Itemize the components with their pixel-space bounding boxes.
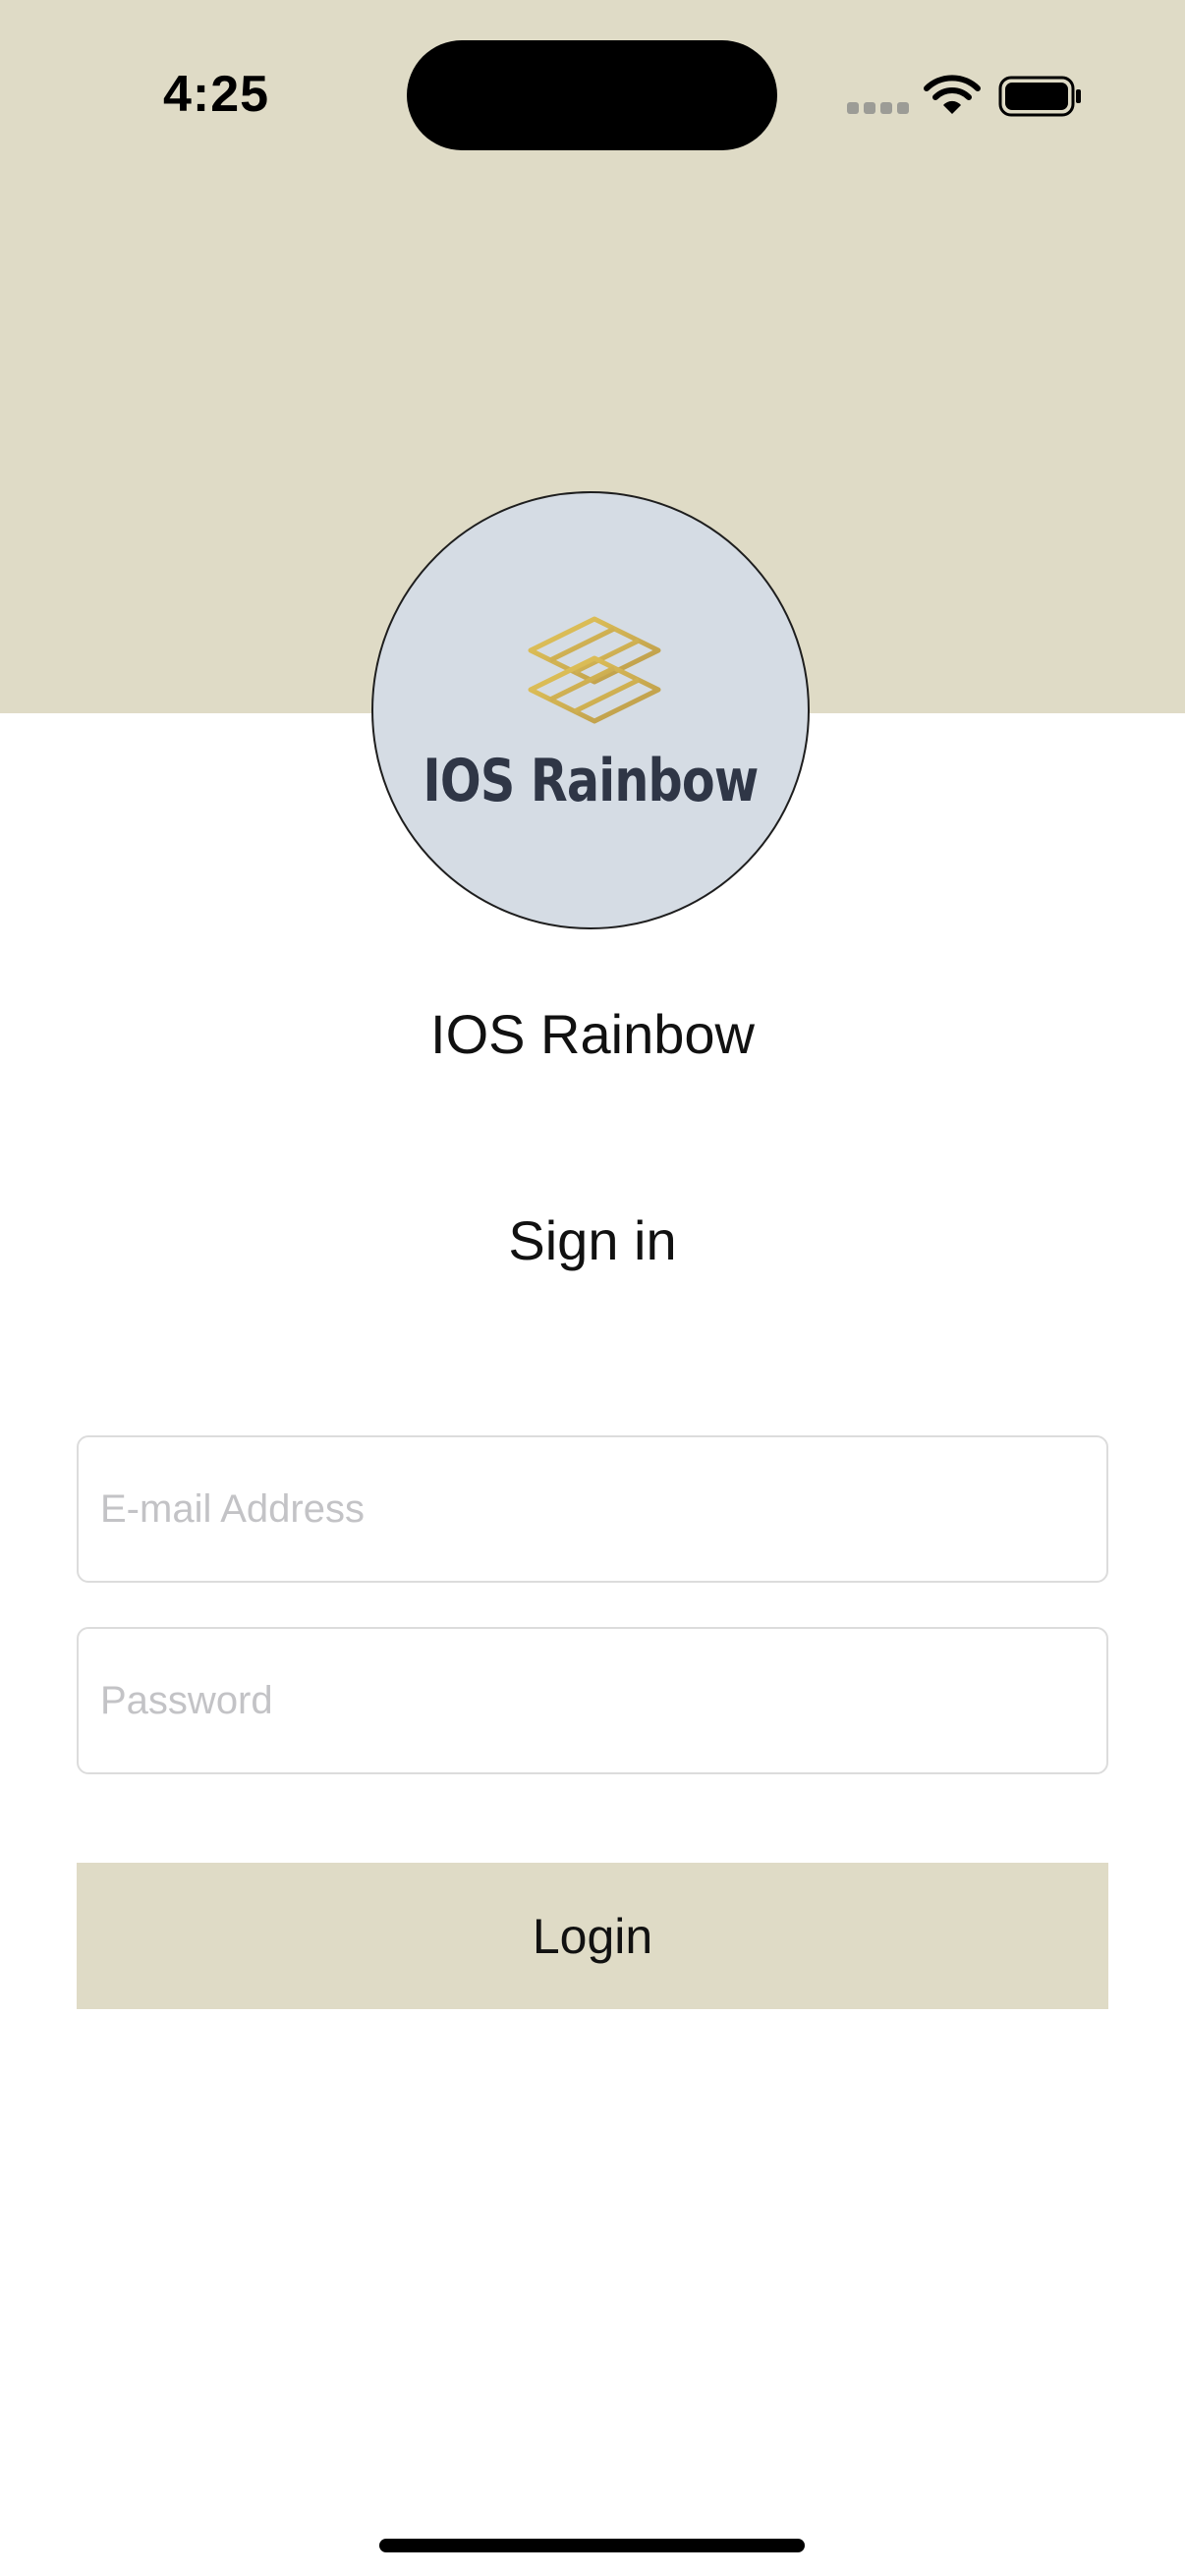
app-name: IOS Rainbow bbox=[430, 1003, 755, 1065]
wifi-icon bbox=[924, 75, 981, 114]
dynamic-island bbox=[407, 40, 777, 150]
battery-icon bbox=[998, 76, 1081, 117]
stacked-tiles-logo-icon bbox=[528, 616, 661, 724]
sign-in-title: Sign in bbox=[508, 1209, 677, 1271]
logo-text: IOS Rainbow bbox=[423, 747, 759, 815]
password-field[interactable] bbox=[77, 1627, 1108, 1774]
password-input[interactable] bbox=[79, 1629, 1106, 1772]
home-indicator[interactable] bbox=[379, 2539, 805, 2552]
email-field[interactable] bbox=[77, 1435, 1108, 1583]
cellular-signal-icon bbox=[847, 102, 910, 116]
email-input[interactable] bbox=[79, 1437, 1106, 1581]
status-bar-time: 4:25 bbox=[163, 66, 270, 123]
login-button[interactable]: Login bbox=[77, 1863, 1108, 2009]
avatar: IOS Rainbow bbox=[371, 491, 810, 929]
